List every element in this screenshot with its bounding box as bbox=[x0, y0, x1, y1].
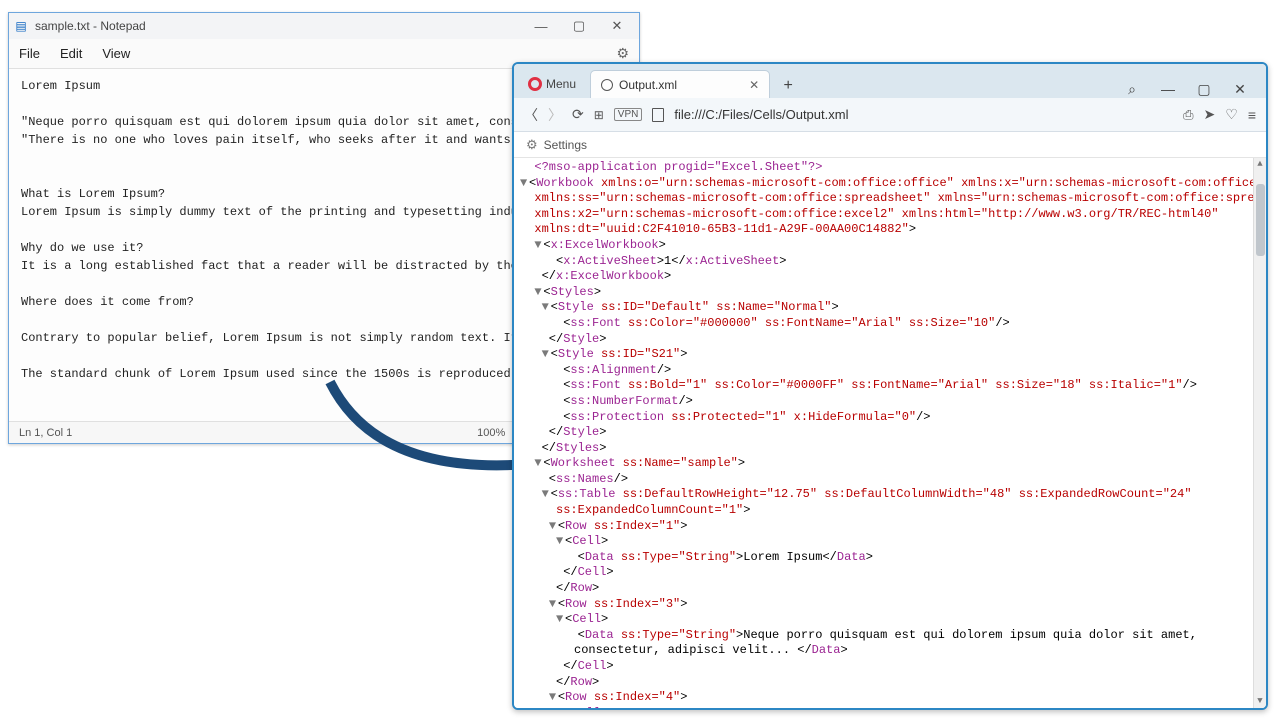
back-icon[interactable]: 〈 bbox=[524, 105, 538, 125]
gear-icon: ⚙ bbox=[526, 137, 538, 153]
opera-logo-icon bbox=[528, 77, 542, 91]
new-tab-button[interactable]: + bbox=[776, 74, 800, 98]
file-icon bbox=[652, 108, 664, 122]
scroll-up-icon[interactable]: ▲ bbox=[1254, 158, 1266, 171]
zoom-level: 100% bbox=[477, 427, 505, 439]
close-button[interactable]: ✕ bbox=[599, 15, 635, 37]
ellipsis-icon[interactable]: ≡ bbox=[1248, 107, 1256, 123]
url-input[interactable]: file:///C:/Files/Cells/Output.xml bbox=[674, 107, 1173, 122]
scroll-down-icon[interactable]: ▼ bbox=[1254, 695, 1266, 708]
menu-edit[interactable]: Edit bbox=[60, 46, 82, 61]
scrollbar[interactable]: ▲ ▼ bbox=[1253, 158, 1266, 708]
search-icon[interactable]: ⌕ bbox=[1118, 81, 1146, 98]
browser-tab[interactable]: Output.xml ✕ bbox=[590, 70, 770, 98]
vpn-badge[interactable]: VPN bbox=[614, 108, 643, 121]
maximize-button[interactable]: ▢ bbox=[1190, 81, 1218, 98]
reload-icon[interactable]: ⟳ bbox=[572, 106, 584, 123]
menu-file[interactable]: File bbox=[19, 46, 40, 61]
notepad-titlebar[interactable]: ▤ sample.txt - Notepad — ▢ ✕ bbox=[9, 13, 639, 39]
heart-icon[interactable]: ♡ bbox=[1225, 106, 1238, 123]
menu-view[interactable]: View bbox=[102, 46, 130, 61]
globe-icon bbox=[601, 79, 613, 91]
browser-toolbar: 〈 〉 ⟳ ⊞ VPN file:///C:/Files/Cells/Outpu… bbox=[514, 98, 1266, 132]
forward-icon[interactable]: 〉 bbox=[548, 105, 562, 125]
menu-label: Menu bbox=[546, 77, 576, 91]
tab-close-icon[interactable]: ✕ bbox=[749, 78, 759, 92]
scroll-thumb[interactable] bbox=[1256, 184, 1265, 256]
browser-tabstrip: Menu Output.xml ✕ + ⌕ — ▢ ✕ bbox=[514, 64, 1266, 98]
notepad-icon: ▤ bbox=[13, 19, 29, 33]
tab-title: Output.xml bbox=[619, 78, 677, 92]
speed-dial-icon[interactable]: ⊞ bbox=[594, 108, 604, 122]
settings-icon[interactable]: ⚙ bbox=[616, 45, 629, 62]
screenshot-icon[interactable]: ⎙ bbox=[1183, 107, 1193, 123]
cursor-pos: Ln 1, Col 1 bbox=[19, 427, 72, 439]
browser-menu-button[interactable]: Menu bbox=[520, 70, 584, 98]
minimize-button[interactable]: — bbox=[523, 15, 559, 37]
settings-bar[interactable]: ⚙ Settings bbox=[514, 132, 1266, 158]
notepad-title: sample.txt - Notepad bbox=[35, 19, 523, 33]
close-button[interactable]: ✕ bbox=[1226, 81, 1254, 98]
minimize-button[interactable]: — bbox=[1154, 81, 1182, 98]
xml-content[interactable]: <?mso-application progid="Excel.Sheet"?>… bbox=[514, 158, 1266, 708]
browser-window: Menu Output.xml ✕ + ⌕ — ▢ ✕ 〈 〉 ⟳ ⊞ VPN … bbox=[512, 62, 1268, 710]
maximize-button[interactable]: ▢ bbox=[561, 15, 597, 37]
send-icon[interactable]: ➤ bbox=[1204, 106, 1216, 123]
settings-label: Settings bbox=[544, 138, 587, 152]
